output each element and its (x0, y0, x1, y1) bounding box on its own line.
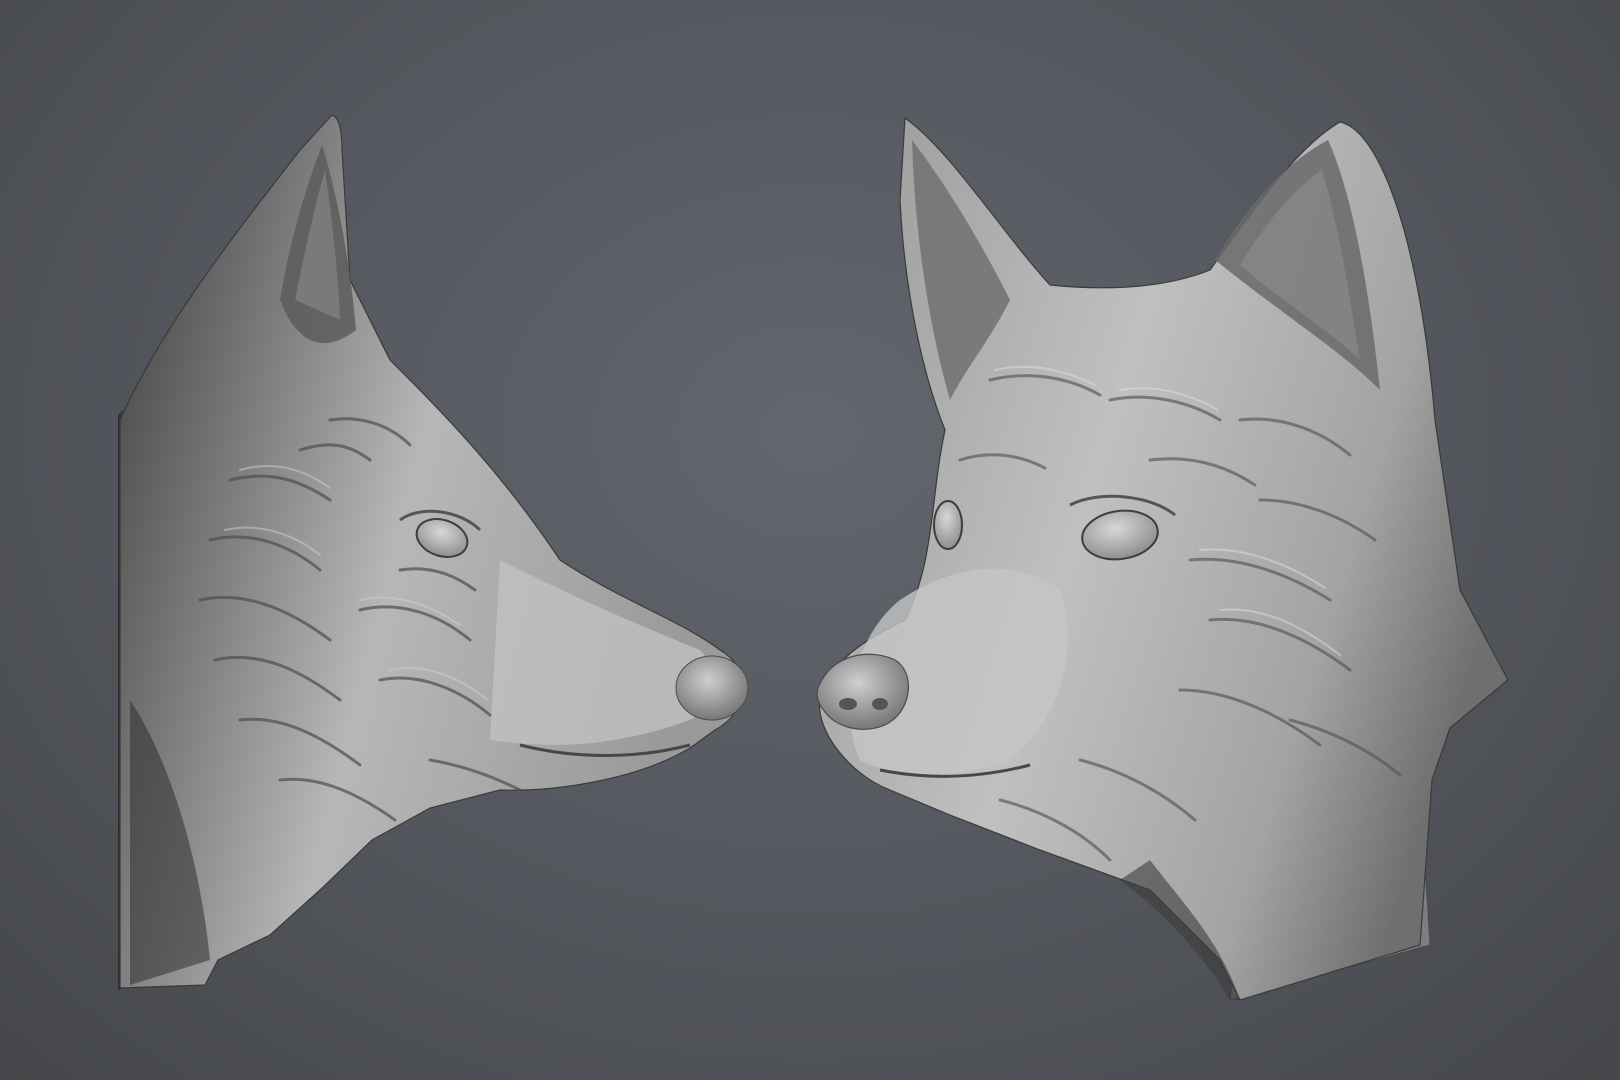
sculpt-viewport[interactable] (0, 0, 1620, 1080)
left-nose (675, 655, 749, 721)
right-eye-far (933, 500, 963, 550)
right-nose (816, 653, 909, 730)
fox-head-three-quarter-view (816, 116, 1509, 1001)
fox-head-side-view (118, 114, 749, 990)
render-canvas (118, 114, 1509, 1001)
